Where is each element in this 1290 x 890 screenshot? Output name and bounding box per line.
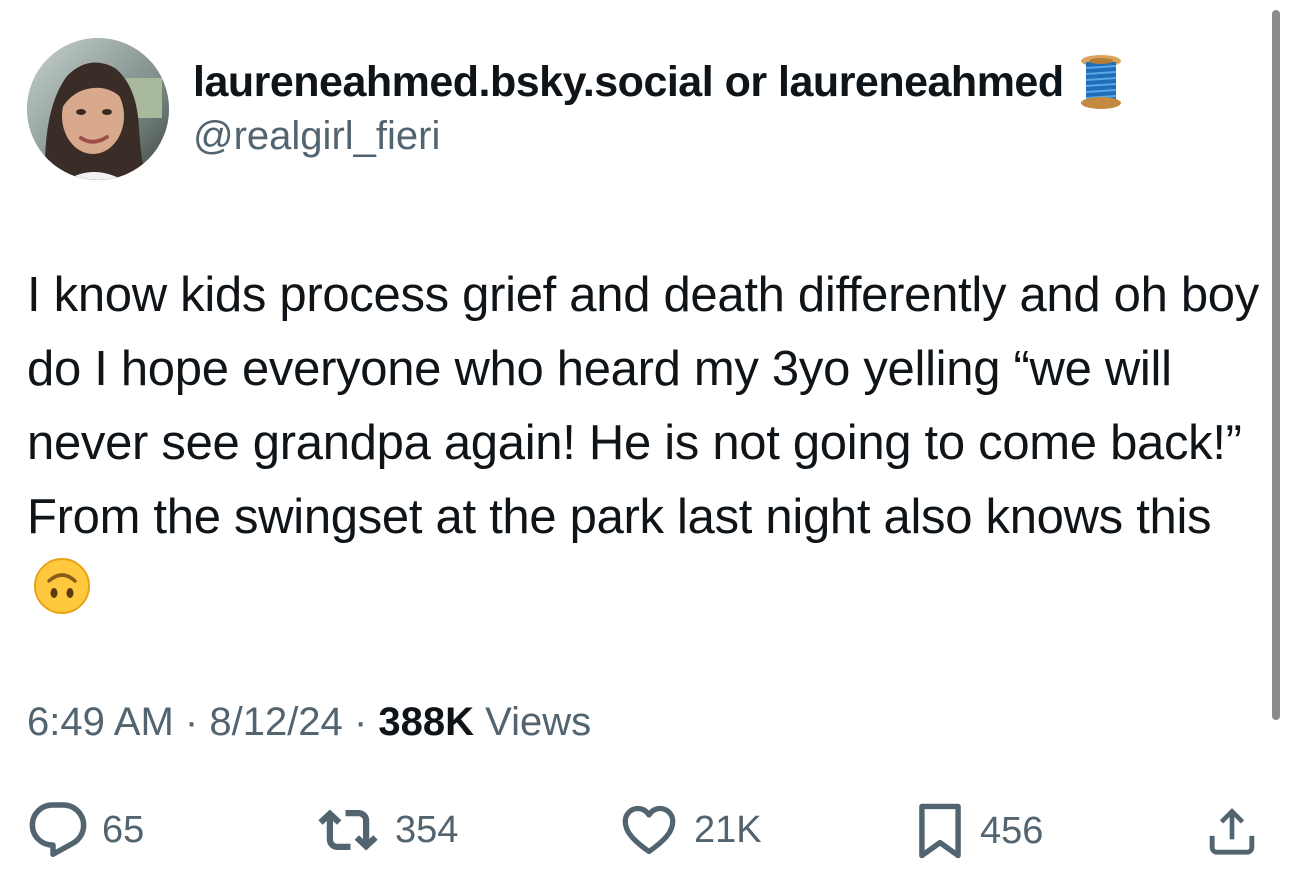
handle[interactable]: @realgirl_fieri — [193, 114, 1124, 159]
retweet-button[interactable]: 354 — [315, 800, 458, 860]
reply-icon — [28, 800, 88, 860]
bookmark-count: 456 — [980, 809, 1044, 852]
like-count: 21K — [694, 808, 762, 851]
share-icon — [1204, 800, 1260, 860]
separator: · — [353, 700, 368, 744]
retweet-count: 354 — [395, 808, 459, 851]
avatar[interactable] — [27, 38, 169, 180]
like-button[interactable]: 21K — [618, 800, 762, 860]
author-names: laureneahmed.bsky.social or laureneahmed — [193, 38, 1124, 159]
tweet-header: laureneahmed.bsky.social or laureneahmed — [27, 38, 1124, 180]
bookmark-icon — [914, 800, 966, 862]
scrollbar[interactable] — [1272, 10, 1280, 720]
upside-down-face-icon — [33, 557, 91, 615]
tweet-body: I know kids process grief and death diff… — [27, 258, 1267, 628]
heart-icon — [618, 800, 680, 860]
tweet-text: I know kids process grief and death diff… — [27, 268, 1259, 544]
tweet-time[interactable]: 6:49 AM — [27, 700, 174, 744]
reply-count: 65 — [102, 808, 145, 851]
spool-of-thread-icon — [1078, 54, 1124, 110]
display-name-row: laureneahmed.bsky.social or laureneahmed — [193, 54, 1124, 110]
views-label: Views — [485, 700, 592, 744]
retweet-icon — [315, 800, 381, 860]
action-bar: 65 354 21K 456 — [0, 800, 1290, 870]
share-button[interactable] — [1204, 800, 1260, 860]
reply-button[interactable]: 65 — [28, 800, 144, 860]
bookmark-button[interactable]: 456 — [914, 800, 1043, 862]
separator: · — [184, 700, 199, 744]
tweet-date[interactable]: 8/12/24 — [209, 700, 342, 744]
display-name[interactable]: laureneahmed.bsky.social or laureneahmed — [193, 58, 1064, 107]
views-count[interactable]: 388K — [378, 700, 474, 744]
tweet-metadata: 6:49 AM · 8/12/24 · 388K Views — [27, 700, 591, 745]
